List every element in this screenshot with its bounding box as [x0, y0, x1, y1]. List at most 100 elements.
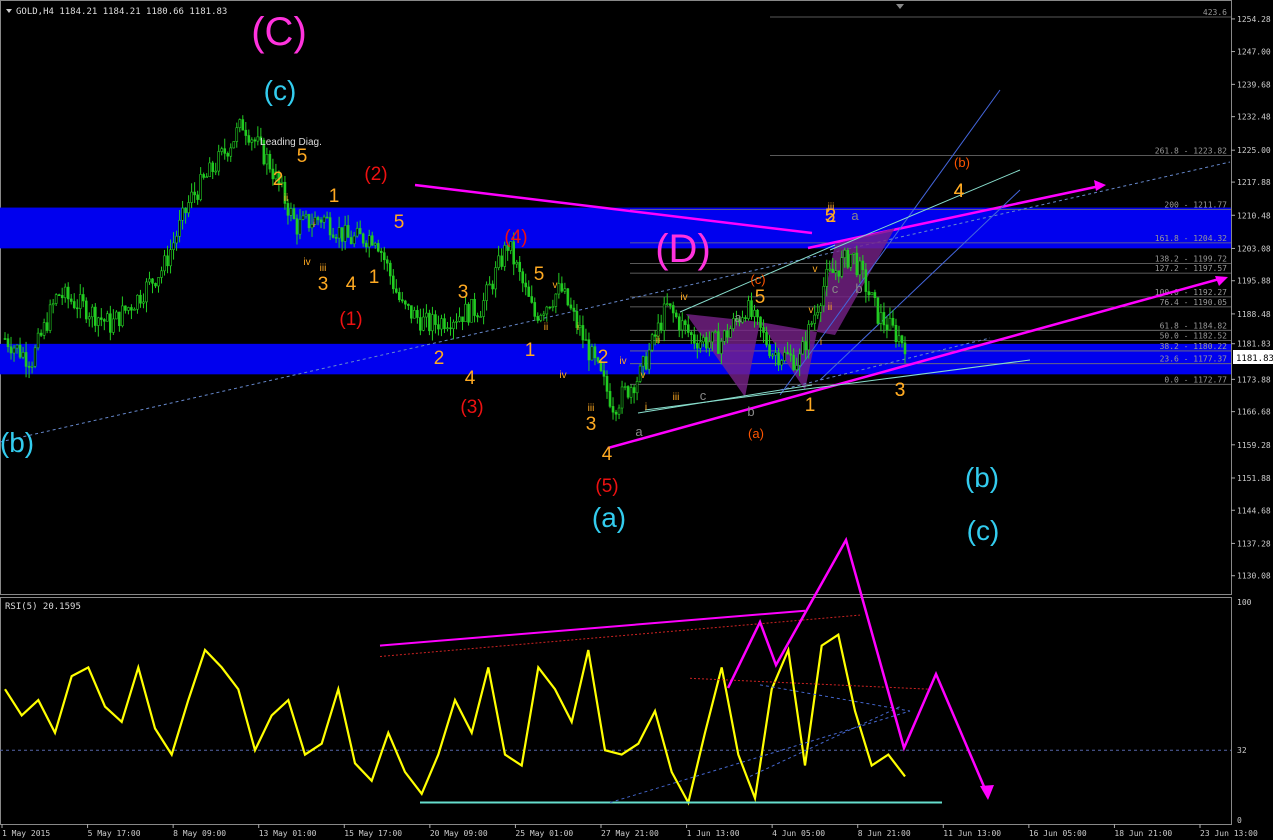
price-axis-label: 1254.28 — [1237, 15, 1271, 24]
rsi-resistance-line — [379, 609, 806, 647]
wave-label: v — [641, 370, 646, 381]
candle-body — [413, 310, 416, 319]
candle-body — [18, 344, 22, 358]
candle-body — [376, 243, 380, 252]
wave-label: (3) — [460, 397, 483, 418]
time-axis[interactable]: 1 May 2015 5 May 17:00 8 May 09:00 13 May 0… — [1, 824, 1258, 838]
candle-body — [388, 262, 392, 277]
candle-body — [888, 317, 892, 331]
wave-label: a — [734, 310, 742, 325]
candle-body — [142, 301, 145, 304]
candle-body — [461, 316, 464, 323]
candle-body — [57, 294, 61, 297]
candle-body — [382, 252, 386, 261]
candle-body — [166, 255, 169, 267]
candle-body — [425, 312, 428, 318]
wave-label: (c) — [967, 515, 1000, 546]
time-axis-label: 15 May 17:00 — [344, 829, 402, 838]
rsi-axis-label: 0 — [1237, 816, 1242, 825]
candle-body — [106, 313, 109, 322]
candle-body — [699, 341, 702, 349]
dashed-trendline — [0, 161, 1231, 443]
wave-label: 4 — [602, 444, 613, 465]
price-axis-label: 1217.88 — [1237, 178, 1271, 187]
candle-body — [9, 346, 13, 354]
candle-body — [66, 286, 70, 300]
price-axis-label: 1195.88 — [1237, 277, 1271, 286]
candle-body — [714, 331, 717, 333]
candle-body — [151, 278, 154, 284]
scroll-marker-icon[interactable] — [896, 4, 904, 9]
wave-label: (c) — [750, 272, 765, 287]
wave-label: ii — [284, 193, 288, 204]
candle-body — [476, 315, 479, 318]
candle-body — [307, 214, 311, 229]
candle-body — [33, 347, 37, 367]
candles-layer — [3, 115, 907, 422]
candle-body — [629, 387, 633, 398]
candle-body — [503, 245, 506, 267]
candle-body — [90, 306, 94, 318]
price-axis[interactable]: 1254.28 1247.00 1239.68 1232.48 1225.00 1217.… — [1231, 15, 1271, 825]
candle-body — [343, 225, 347, 242]
candle-body — [813, 314, 816, 324]
candle-body — [855, 252, 859, 276]
candle-body — [250, 139, 254, 143]
wave-label: (C) — [251, 10, 307, 54]
candle-body — [358, 228, 362, 235]
candle-body — [169, 249, 172, 267]
candle-body — [467, 303, 470, 323]
wave-label: (c) — [264, 75, 297, 106]
candle-body — [783, 352, 786, 361]
candle-body — [720, 341, 723, 354]
candle-body — [428, 312, 431, 332]
candle-body — [391, 275, 395, 290]
wave-label: iv — [303, 257, 310, 268]
candle-body — [24, 352, 28, 367]
wave-label: 3 — [318, 274, 329, 295]
candle-body — [232, 141, 236, 149]
candle-body — [831, 268, 835, 273]
candle-body — [84, 300, 88, 320]
candle-body — [780, 360, 783, 366]
candle-body — [620, 386, 624, 409]
candle-body — [443, 318, 446, 330]
candle-body — [422, 316, 425, 331]
candle-body — [572, 307, 576, 312]
candle-body — [659, 322, 663, 331]
candle-body — [247, 135, 251, 143]
candle-body — [584, 339, 588, 342]
candle-body — [229, 147, 233, 157]
candle-body — [771, 354, 774, 357]
candle-body — [662, 303, 666, 331]
wave-label: 1 — [525, 340, 536, 361]
candle-body — [605, 376, 609, 392]
wave-label: iv — [559, 370, 566, 381]
candle-body — [608, 391, 612, 407]
candle-body — [148, 278, 151, 283]
candle-body — [118, 311, 121, 327]
wave-label: 2 — [434, 348, 445, 369]
candle-body — [81, 294, 85, 302]
candle-body — [87, 316, 91, 320]
candle-body — [217, 151, 221, 172]
candle-body — [518, 261, 522, 272]
wave-label: 2 — [598, 347, 609, 368]
candle-body — [825, 268, 829, 287]
wave-label: v — [809, 305, 814, 316]
price-axis-label: 1166.68 — [1237, 408, 1271, 417]
wave-label: 1 — [329, 186, 340, 207]
candle-body — [404, 300, 407, 305]
candle-body — [488, 283, 491, 286]
candle-body — [109, 313, 112, 333]
candle-body — [789, 353, 792, 356]
candle-body — [115, 311, 118, 320]
chevron-down-icon[interactable] — [6, 9, 12, 13]
wave-label: i — [820, 337, 822, 348]
candle-body — [15, 344, 19, 349]
candle-body — [346, 225, 350, 238]
candle-body — [36, 332, 40, 349]
arrow-head-icon — [1215, 276, 1228, 286]
time-axis-label: 13 May 01:00 — [259, 829, 317, 838]
candle-body — [530, 296, 534, 303]
